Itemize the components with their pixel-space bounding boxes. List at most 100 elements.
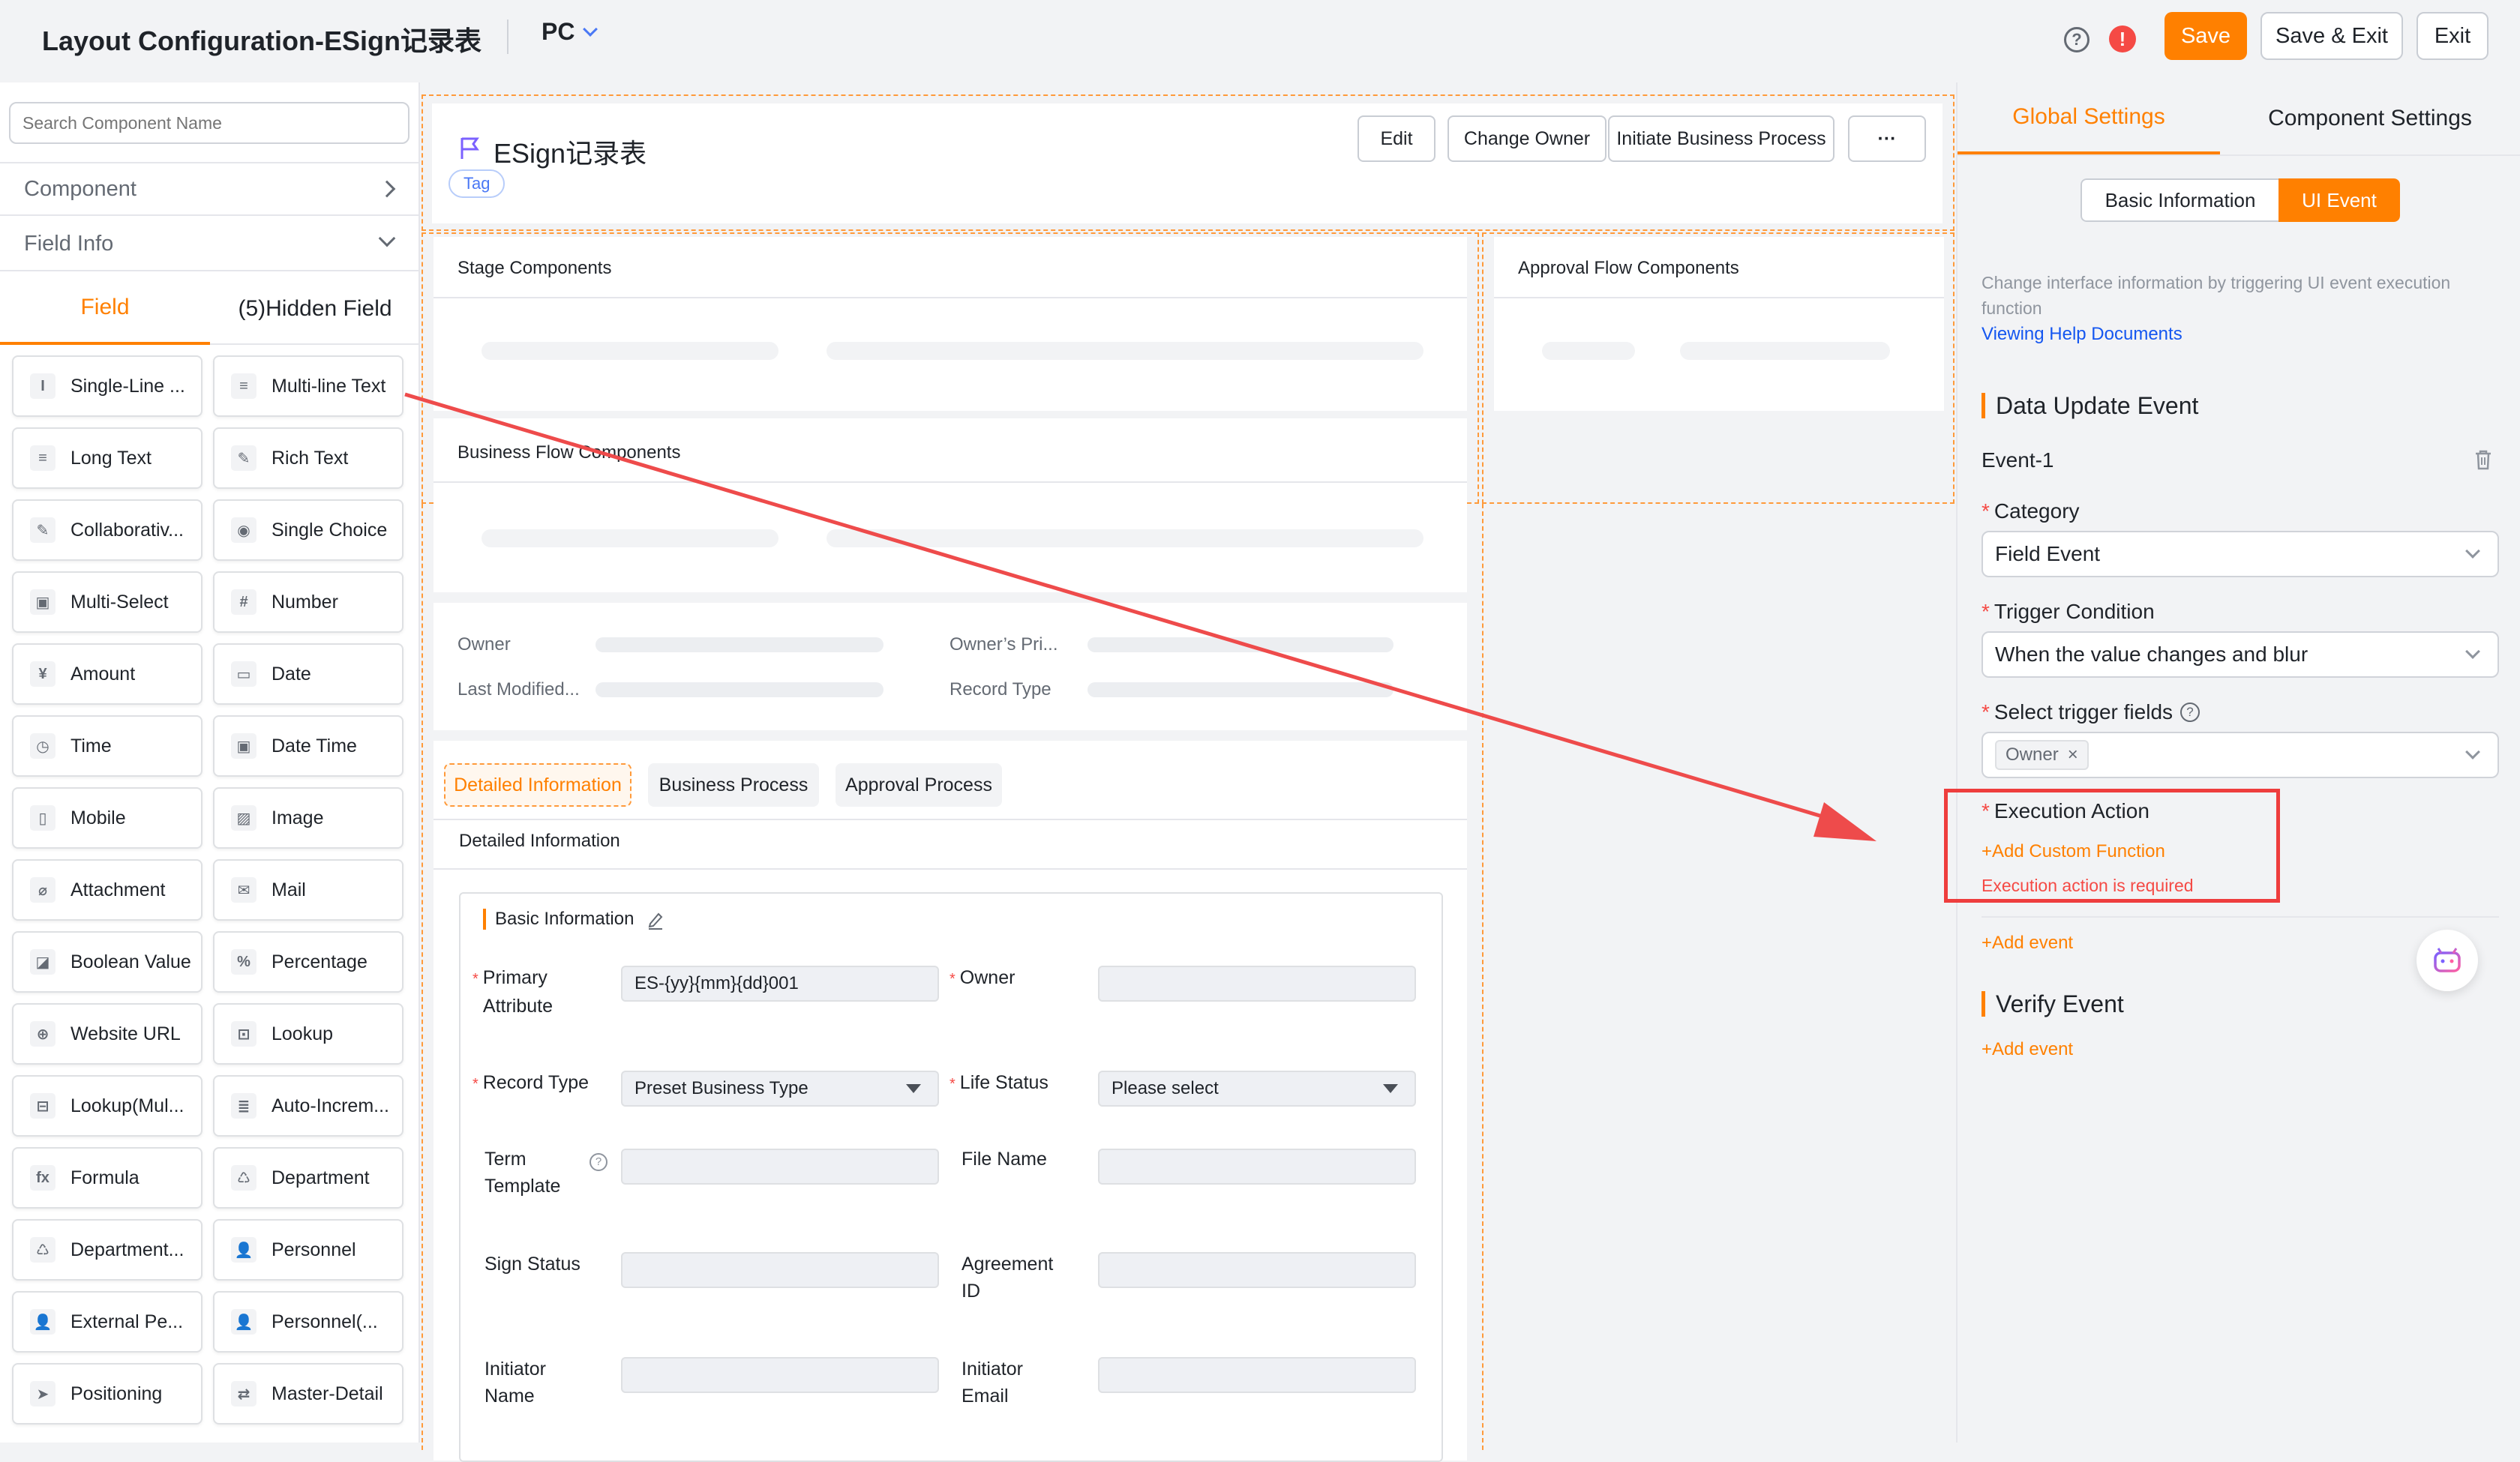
field-card-label: Percentage — [272, 951, 368, 972]
card-divider — [434, 868, 1467, 870]
page-title: Layout Configuration-ESign记录表 — [42, 25, 482, 56]
field-card[interactable]: ⊡ Lookup — [213, 1003, 404, 1065]
field-card[interactable]: ✎ Rich Text — [213, 427, 404, 489]
field-card[interactable]: ♺ Department — [213, 1147, 404, 1209]
field-card[interactable]: I Single-Line ... — [12, 355, 202, 417]
trash-icon[interactable] — [2474, 448, 2493, 471]
help-documents-link[interactable]: Viewing Help Documents — [1982, 324, 2182, 345]
sign-status-input[interactable] — [621, 1252, 939, 1288]
field-card[interactable]: ⊕ Website URL — [12, 1003, 202, 1065]
execution-action-label: * Execution Action — [1982, 799, 2150, 822]
owner-input[interactable] — [1098, 966, 1416, 1002]
seg-ui-event[interactable]: UI Event — [2278, 178, 2400, 222]
primary-attribute-label: * Primary Attribute — [472, 967, 554, 1017]
field-card[interactable]: ⊟ Lookup(Mul... — [12, 1075, 202, 1137]
initiate-business-process-button[interactable]: Initiate Business Process — [1608, 115, 1834, 162]
help-icon[interactable]: ? — [2180, 703, 2200, 722]
field-card[interactable]: ♺ Department... — [12, 1219, 202, 1281]
device-select-label: PC — [542, 18, 575, 45]
field-card[interactable]: 👤 Personnel(... — [213, 1291, 404, 1353]
detail-card: Detailed Information Business Process Ap… — [434, 741, 1467, 1462]
field-info-section-toggle[interactable]: Field Info — [0, 217, 418, 271]
field-type-icon: ➤ — [30, 1381, 56, 1407]
edit-button-top[interactable]: Edit — [1358, 115, 1436, 162]
trigger-fields-select[interactable]: Owner × — [1982, 732, 2499, 778]
help-icon[interactable]: ? — [590, 1153, 608, 1171]
field-card[interactable]: ▭ Date — [213, 643, 404, 705]
detail-section-header: Detailed Information — [459, 831, 620, 851]
add-custom-function-link[interactable]: +Add Custom Function — [1982, 841, 2165, 862]
field-card[interactable]: ◷ Time — [12, 715, 202, 777]
change-owner-button[interactable]: Change Owner — [1448, 115, 1606, 162]
close-icon[interactable]: × — [2068, 744, 2078, 765]
save-and-exit-button[interactable]: Save & Exit — [2260, 12, 2403, 60]
tab-detailed-information[interactable]: Detailed Information — [444, 763, 632, 807]
initiator-email-input[interactable] — [1098, 1357, 1416, 1393]
settings-segmented-control: Basic Information UI Event — [2080, 178, 2400, 222]
basic-information-group[interactable]: Basic Information * Primary Attribute ES-… — [459, 892, 1443, 1462]
tab-approval-process[interactable]: Approval Process — [836, 763, 1002, 807]
field-card[interactable]: 👤 External Pe... — [12, 1291, 202, 1353]
agreement-id-input[interactable] — [1098, 1252, 1416, 1288]
save-button[interactable]: Save — [2164, 12, 2247, 60]
life-status-select[interactable]: Please select — [1098, 1071, 1416, 1107]
field-card[interactable]: fx Formula — [12, 1147, 202, 1209]
field-card[interactable]: ⇄ Master-Detail — [213, 1363, 404, 1425]
edit-pencil-icon[interactable] — [646, 910, 664, 930]
tab-global-settings[interactable]: Global Settings — [1958, 82, 2220, 154]
field-card[interactable]: 👤 Personnel — [213, 1219, 404, 1281]
initiator-name-input[interactable] — [621, 1357, 939, 1393]
add-event-link[interactable]: +Add event — [1982, 933, 2073, 954]
section-divider — [1982, 916, 2499, 918]
field-card[interactable]: ≣ Auto-Increm... — [213, 1075, 404, 1137]
stage-components-card[interactable]: Stage Components — [434, 237, 1467, 411]
verify-event-title: Verify Event — [1982, 991, 2124, 1017]
category-select[interactable]: Field Event — [1982, 531, 2499, 577]
field-card[interactable]: ▨ Image — [213, 787, 404, 849]
term-template-input[interactable] — [621, 1149, 939, 1185]
field-card[interactable]: ✉ Mail — [213, 859, 404, 921]
field-type-icon: ⇄ — [231, 1381, 256, 1407]
field-card[interactable]: ➤ Positioning — [12, 1363, 202, 1425]
help-icon[interactable]: ? — [2064, 27, 2090, 52]
owner-label: * Owner — [950, 967, 1016, 988]
field-card[interactable]: # Number — [213, 571, 404, 633]
field-type-icon: ⊟ — [30, 1093, 56, 1119]
field-type-icon: 👤 — [231, 1309, 256, 1335]
record-type-select[interactable]: Preset Business Type — [621, 1071, 939, 1107]
field-card[interactable]: % Percentage — [213, 931, 404, 993]
business-flow-card[interactable]: Business Flow Components — [434, 418, 1467, 592]
add-verify-event-link[interactable]: +Add event — [1982, 1039, 2073, 1060]
summary-card[interactable]: Owner Owner’s Pri... Last Modified... Re… — [434, 603, 1467, 730]
field-card[interactable]: ▯ Mobile — [12, 787, 202, 849]
field-card[interactable]: ⌀ Attachment — [12, 859, 202, 921]
field-card-label: Time — [70, 735, 112, 756]
field-card[interactable]: ≡ Multi-line Text — [213, 355, 404, 417]
trigger-condition-select[interactable]: When the value changes and blur — [1982, 631, 2499, 678]
field-card[interactable]: ¥ Amount — [12, 643, 202, 705]
field-card[interactable]: ▣ Multi-Select — [12, 571, 202, 633]
tag-badge[interactable]: Tag — [448, 169, 506, 198]
field-card[interactable]: ◪ Boolean Value — [12, 931, 202, 993]
exit-button[interactable]: Exit — [2416, 12, 2488, 60]
warning-icon[interactable]: ! — [2109, 25, 2136, 52]
tab-field[interactable]: Field — [0, 273, 210, 345]
assistant-bot-button[interactable] — [2416, 930, 2478, 991]
tab-hidden-field[interactable]: (5)Hidden Field — [210, 273, 418, 345]
field-card-label: Auto-Increm... — [272, 1095, 389, 1116]
primary-attribute-input[interactable]: ES-{yy}{mm}{dd}001 — [621, 966, 939, 1002]
file-name-input[interactable] — [1098, 1149, 1416, 1185]
approval-flow-card[interactable]: Approval Flow Components — [1494, 237, 1944, 411]
field-card[interactable]: ◉ Single Choice — [213, 499, 404, 561]
search-component-input[interactable] — [9, 102, 410, 144]
field-card[interactable]: ≡ Long Text — [12, 427, 202, 489]
field-card[interactable]: ✎ Collaborativ... — [12, 499, 202, 561]
file-name-label: File Name — [962, 1149, 1047, 1170]
tab-business-process[interactable]: Business Process — [648, 763, 819, 807]
component-section-toggle[interactable]: Component — [0, 162, 418, 216]
device-select[interactable]: PC — [542, 18, 598, 46]
seg-basic-information[interactable]: Basic Information — [2080, 178, 2278, 222]
tab-component-settings[interactable]: Component Settings — [2220, 82, 2520, 154]
more-actions-button[interactable]: ··· — [1848, 115, 1926, 162]
field-card[interactable]: ▣ Date Time — [213, 715, 404, 777]
